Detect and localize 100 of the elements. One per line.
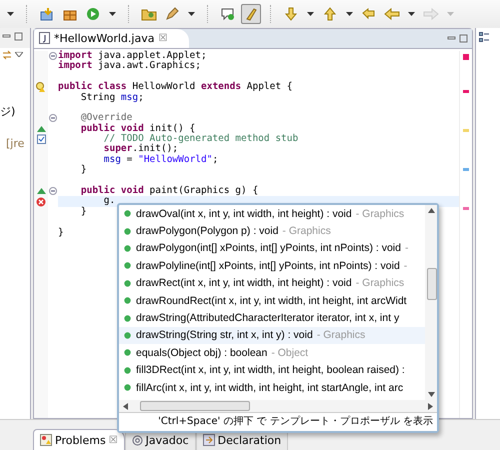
pen-icon bbox=[164, 6, 180, 22]
fold-icon[interactable] bbox=[49, 114, 57, 122]
scroll-right-icon[interactable] bbox=[428, 402, 433, 410]
overview-ruler-mark[interactable] bbox=[463, 90, 469, 93]
code-token: msg bbox=[120, 92, 138, 102]
down-arrow-icon bbox=[283, 6, 299, 22]
code-token: Applet { bbox=[246, 81, 293, 92]
completion-item[interactable]: drawOval(int x, int y, int width, int height) : void - Graphics bbox=[119, 205, 425, 222]
code-token: public void bbox=[80, 185, 144, 196]
overview-ruler-mark[interactable] bbox=[463, 168, 469, 171]
code-token: java.awt.Graphics; bbox=[97, 60, 201, 72]
error-overview-mark bbox=[463, 54, 469, 60]
sync-icon[interactable] bbox=[2, 50, 12, 60]
code-token: g. bbox=[102, 195, 116, 206]
scrollbar-thumb[interactable] bbox=[140, 401, 250, 411]
method-icon bbox=[124, 349, 131, 356]
caret-icon[interactable] bbox=[7, 12, 14, 16]
method-icon bbox=[124, 332, 131, 339]
problems-icon bbox=[40, 434, 52, 446]
code-token: public void bbox=[80, 122, 144, 134]
method-icon bbox=[124, 384, 131, 392]
code-token: = bbox=[126, 154, 134, 165]
tree-item-label[interactable]: [jre bbox=[0, 136, 24, 150]
back-arrow-icon bbox=[361, 6, 377, 22]
override-triangle-icon[interactable] bbox=[36, 188, 46, 194]
caret-icon[interactable] bbox=[109, 12, 116, 16]
right-arrow-icon bbox=[423, 6, 439, 22]
code-token: HellowWorld bbox=[131, 81, 196, 92]
error-icon[interactable] bbox=[36, 196, 46, 207]
completion-item[interactable]: fill3DRect(int x, int y, int width, int height, boolean raised) : bbox=[119, 362, 425, 379]
at-sign-icon bbox=[132, 434, 143, 446]
caret-icon[interactable] bbox=[408, 12, 415, 16]
code-token: paint(Graphics g) { bbox=[148, 185, 258, 196]
view-tab[interactable]: Problems ☒ bbox=[33, 429, 125, 450]
code-token: init() { bbox=[148, 122, 196, 134]
horizontal-scrollbar[interactable] bbox=[119, 400, 437, 412]
code-token: String bbox=[80, 92, 116, 102]
completion-item[interactable]: drawRoundRect(int x, int y, int width, int height, int arcWidt bbox=[119, 292, 425, 310]
completion-item[interactable]: drawPolygon(Polygon p) : void - Graphics bbox=[119, 222, 425, 240]
code-token: "HellowWorld" bbox=[138, 154, 212, 165]
toolbar-button[interactable] bbox=[241, 4, 261, 24]
tree-item-label[interactable]: ジ) bbox=[0, 104, 16, 119]
java-file-icon bbox=[39, 32, 50, 44]
method-icon bbox=[124, 314, 131, 322]
caret-icon[interactable] bbox=[15, 52, 23, 58]
completion-item[interactable]: fillArc(int x, int y, int width, int height, int startAngle, int arc bbox=[119, 378, 425, 396]
completion-item[interactable]: equals(Object obj) : boolean - Object bbox=[119, 344, 425, 362]
speech-bubble-icon bbox=[220, 6, 236, 22]
task-icon[interactable] bbox=[36, 134, 46, 144]
fold-icon[interactable] bbox=[49, 52, 57, 60]
code-token: ; bbox=[212, 154, 218, 165]
warning-bulb-icon[interactable] bbox=[36, 82, 46, 92]
code-token: } bbox=[80, 206, 87, 217]
method-icon bbox=[124, 280, 131, 287]
vertical-scrollbar[interactable] bbox=[425, 205, 437, 400]
code-token: msg bbox=[102, 154, 121, 165]
scroll-left-icon[interactable] bbox=[123, 402, 128, 410]
code-token: extends bbox=[201, 81, 242, 92]
code-token: } bbox=[58, 226, 64, 238]
box-arrow-icon bbox=[39, 6, 55, 22]
scroll-down-icon[interactable] bbox=[428, 392, 434, 397]
close-icon[interactable]: ☒ bbox=[108, 434, 118, 446]
code-token: import bbox=[58, 60, 92, 72]
outline-icon[interactable] bbox=[479, 32, 489, 43]
editor-tab[interactable]: *HellowWorld.java ☒ bbox=[34, 28, 190, 48]
completion-item[interactable]: drawPolygon(int[] xPoints, int[] yPoints, int nPoints) : void - bbox=[119, 240, 425, 258]
declaration-icon bbox=[202, 434, 215, 446]
brush-icon bbox=[243, 6, 259, 22]
caret-icon[interactable] bbox=[307, 12, 314, 16]
run-icon bbox=[85, 6, 101, 22]
code-token: super bbox=[102, 143, 132, 154]
code-token: java.applet.Applet; bbox=[97, 50, 207, 61]
code-token: @Override bbox=[80, 112, 132, 124]
method-icon bbox=[124, 297, 131, 304]
method-icon bbox=[124, 244, 131, 252]
method-icon bbox=[124, 366, 131, 374]
close-icon[interactable]: ☒ bbox=[158, 32, 168, 44]
completion-item[interactable]: drawString(String str, int x, int y) : void - Graphics bbox=[119, 326, 425, 344]
overview-ruler-mark[interactable] bbox=[463, 206, 469, 210]
completion-item[interactable]: drawPolyline(int[] xPoints, int[] yPoints, int nPoints) : void - bbox=[119, 257, 425, 275]
code-token: import bbox=[58, 50, 92, 61]
completion-item[interactable]: drawRect(int x, int y, int width, int height) : void - Graphics bbox=[119, 274, 425, 292]
override-triangle-icon[interactable] bbox=[36, 126, 46, 132]
fold-icon[interactable] bbox=[49, 187, 57, 196]
caret-icon[interactable] bbox=[346, 12, 353, 16]
method-icon bbox=[124, 210, 131, 218]
code-token: } bbox=[80, 164, 87, 176]
code-token: public class bbox=[58, 81, 127, 92]
code-token: .init(); bbox=[132, 143, 178, 154]
scrollbar-thumb[interactable] bbox=[427, 268, 437, 300]
maximize-icon[interactable] bbox=[459, 34, 468, 43]
completion-item[interactable]: drawString(AttributedCharacterIterator iterator, int x, int y bbox=[119, 309, 425, 327]
code-token: // TODO Auto-generated method stub bbox=[102, 133, 298, 144]
method-icon bbox=[124, 228, 131, 235]
content-assist-hint: 'Ctrl+Space' の押下 で テンプレート・プロポーザル を表示 bbox=[119, 412, 437, 431]
left-arrow-icon bbox=[384, 6, 400, 22]
maximize-icon[interactable] bbox=[14, 32, 23, 41]
up-arrow-icon bbox=[322, 6, 338, 22]
code-token: ; bbox=[138, 92, 144, 102]
caret-icon[interactable] bbox=[188, 12, 195, 16]
